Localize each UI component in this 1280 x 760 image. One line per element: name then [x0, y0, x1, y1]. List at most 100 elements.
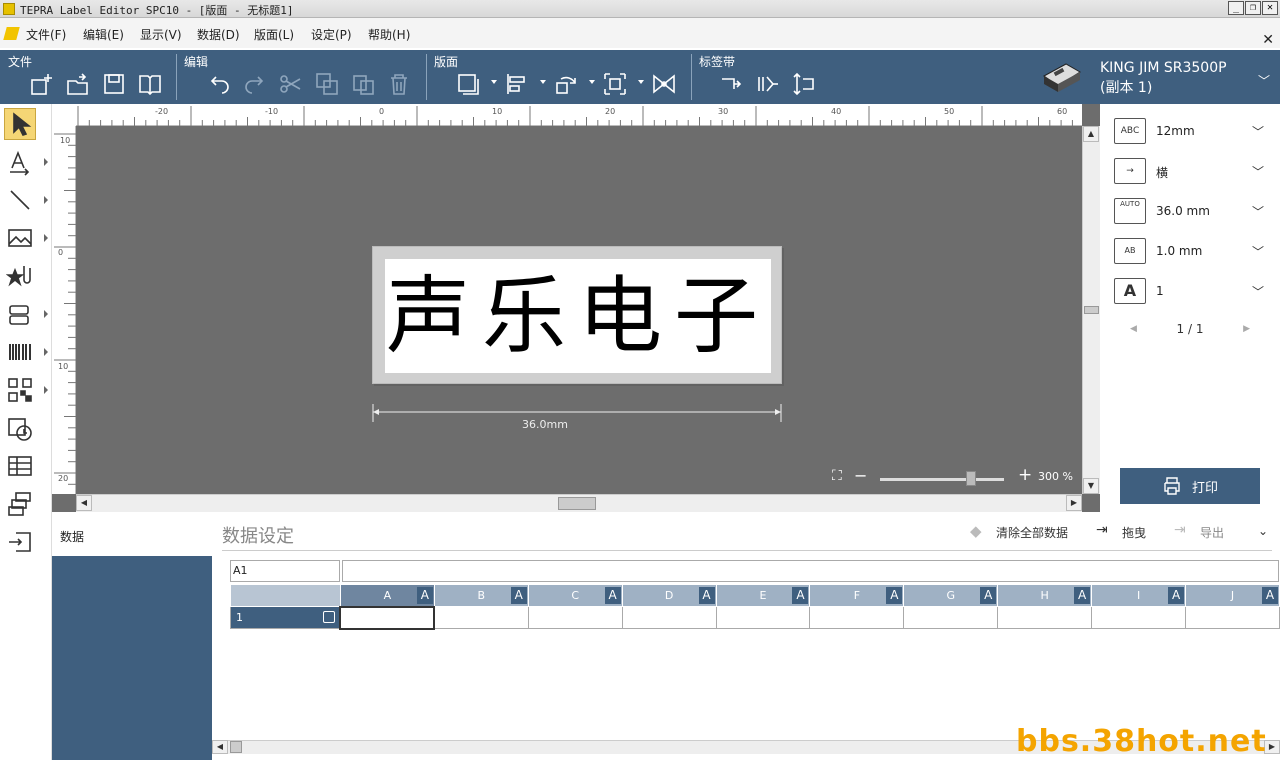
grid-cell[interactable] [527, 606, 623, 629]
direction-selector[interactable]: → 横 ﹀ [1114, 156, 1274, 186]
column-format-badge[interactable]: A [792, 587, 809, 604]
clipart-tool-icon[interactable] [4, 260, 36, 292]
chevron-down-icon[interactable]: ﹀ [1252, 163, 1264, 180]
grid-cell[interactable] [433, 606, 529, 629]
column-format-badge[interactable]: A [886, 587, 903, 604]
copies-selector[interactable]: A 1 ﹀ [1114, 276, 1274, 306]
ribbon-decoration-icon[interactable] [650, 70, 678, 98]
rotate-dropdown-icon[interactable] [589, 80, 595, 84]
delete-icon[interactable] [385, 70, 413, 98]
tape-width-selector[interactable]: ABC 12mm ﹀ [1114, 116, 1274, 146]
column-header[interactable]: GA [903, 584, 999, 607]
copy-icon[interactable] [313, 70, 341, 98]
export-icon[interactable]: ⇥ [1174, 522, 1186, 538]
menu-layout[interactable]: 版面(L) [254, 26, 294, 43]
frame-tool-dropdown-icon[interactable] [44, 310, 48, 318]
column-format-badge[interactable]: A [510, 587, 527, 604]
redo-icon[interactable] [241, 70, 269, 98]
close-document-icon[interactable]: ✕ [1262, 32, 1274, 48]
data-scroll-thumb[interactable] [230, 741, 242, 753]
label-canvas[interactable]: -20 -10 0 10 20 30 40 50 60 10 0 10 20 声… [52, 104, 1100, 512]
table-tool-icon[interactable] [4, 450, 36, 482]
scroll-left-icon[interactable]: ◀ [76, 495, 92, 511]
grid-cell[interactable] [997, 606, 1093, 629]
frame-tool-icon[interactable] [4, 298, 36, 330]
grid-cell[interactable] [339, 605, 436, 630]
grid-cell[interactable] [809, 606, 905, 629]
menu-view[interactable]: 显示(V) [140, 26, 182, 43]
column-header[interactable]: EA [715, 584, 811, 607]
row-checkbox[interactable] [323, 611, 336, 623]
column-format-badge[interactable]: A [1262, 587, 1278, 604]
export-button[interactable]: 导出 [1200, 524, 1224, 541]
chevron-down-icon[interactable]: ﹀ [1252, 283, 1264, 300]
scroll-right-icon[interactable]: ▶ [1066, 495, 1082, 511]
data-sidebar-title[interactable]: 数据 [52, 514, 212, 556]
column-header[interactable]: CA [527, 584, 623, 607]
fit-dropdown-icon[interactable] [638, 80, 644, 84]
tape-cut-icon[interactable] [754, 70, 782, 98]
clear-all-data-button[interactable]: 清除全部数据 [996, 524, 1068, 541]
restore-button[interactable]: ❐ [1245, 1, 1261, 15]
import-tool-icon[interactable] [4, 526, 36, 558]
app-menu-icon[interactable] [3, 27, 20, 40]
length-selector[interactable]: AUTO 36.0 mm ﹀ [1114, 196, 1274, 226]
column-header[interactable]: BA [433, 584, 529, 607]
barcode-tool-dropdown-icon[interactable] [44, 348, 48, 356]
label-tape[interactable]: 声乐电子 [372, 246, 782, 384]
minimize-button[interactable]: _ [1228, 1, 1244, 15]
chevron-down-icon[interactable]: ﹀ [1252, 243, 1264, 260]
next-page-icon[interactable]: ▶ [1243, 324, 1250, 334]
horizontal-scroll-thumb[interactable] [558, 497, 596, 510]
grid-cell[interactable] [1185, 606, 1280, 629]
menu-settings[interactable]: 设定(P) [311, 26, 352, 43]
frame-dropdown-icon[interactable] [491, 80, 497, 84]
image-tool-icon[interactable] [4, 222, 36, 254]
select-tool-icon[interactable] [4, 108, 36, 140]
align-dropdown-icon[interactable] [540, 80, 546, 84]
text-tool-dropdown-icon[interactable] [44, 158, 48, 166]
menu-data[interactable]: 数据(D) [197, 26, 240, 43]
column-format-badge[interactable]: A [416, 587, 433, 604]
menu-help[interactable]: 帮助(H) [368, 26, 410, 43]
barcode-tool-icon[interactable] [4, 336, 36, 368]
print-button[interactable]: 打印 [1120, 468, 1260, 504]
column-header[interactable]: DA [621, 584, 717, 607]
undo-icon[interactable] [205, 70, 233, 98]
column-format-badge[interactable]: A [1168, 587, 1185, 604]
eraser-icon[interactable]: ◆ [970, 522, 982, 540]
open-file-icon[interactable] [64, 70, 92, 98]
column-format-badge[interactable]: A [980, 587, 997, 604]
grid-cell[interactable] [1091, 606, 1187, 629]
image-tool-dropdown-icon[interactable] [44, 234, 48, 242]
frame-icon[interactable] [454, 70, 482, 98]
close-window-button[interactable]: ✕ [1262, 1, 1278, 15]
chevron-down-icon[interactable]: ﹀ [1252, 203, 1264, 220]
chevron-down-icon[interactable]: ﹀ [1252, 123, 1264, 140]
cell-reference-box[interactable]: A1 [230, 560, 340, 582]
text-tool-icon[interactable] [4, 146, 36, 178]
column-format-badge[interactable]: A [1074, 587, 1091, 604]
scroll-down-icon[interactable]: ▼ [1083, 478, 1099, 494]
qrcode-tool-dropdown-icon[interactable] [44, 386, 48, 394]
qrcode-tool-icon[interactable] [4, 374, 36, 406]
grid-corner[interactable] [230, 584, 341, 607]
zoom-slider-track[interactable] [880, 478, 1004, 481]
grid-cell[interactable] [621, 606, 717, 629]
new-file-icon[interactable] [28, 70, 56, 98]
data-scroll-left-icon[interactable]: ◀ [212, 740, 228, 754]
printer-selector[interactable]: KING JIM SR3500P (副本 1) [1100, 58, 1227, 98]
zoom-out-icon[interactable]: − [854, 466, 867, 485]
datetime-tool-icon[interactable] [4, 412, 36, 444]
column-header[interactable]: IA [1091, 584, 1187, 607]
horizontal-scrollbar[interactable]: ◀ ▶ [76, 494, 1082, 512]
row-header[interactable]: 1 [230, 606, 341, 629]
menu-file[interactable]: 文件(F) [26, 26, 66, 43]
column-header[interactable]: AA [339, 584, 435, 607]
menu-edit[interactable]: 编辑(E) [83, 26, 124, 43]
fit-size-icon[interactable] [601, 70, 629, 98]
rotate-icon[interactable] [552, 70, 580, 98]
prev-page-icon[interactable]: ◀ [1130, 324, 1137, 334]
numbering-tool-icon[interactable] [4, 488, 36, 520]
cell-value-input[interactable] [342, 560, 1279, 582]
